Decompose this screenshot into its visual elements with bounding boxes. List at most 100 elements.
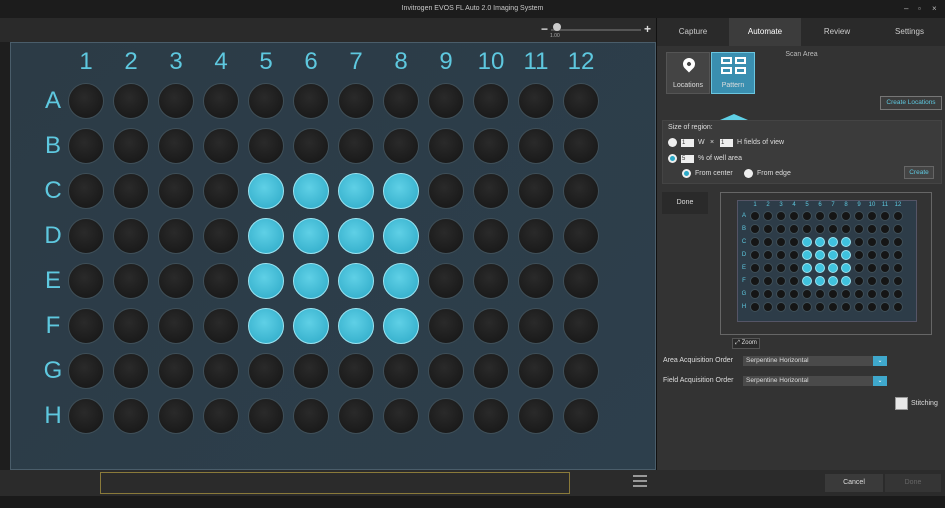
well-G10[interactable] [473, 353, 509, 389]
mini-well-H12[interactable] [893, 302, 903, 312]
well-G1[interactable] [68, 353, 104, 389]
mini-well-A9[interactable] [854, 211, 864, 221]
mini-well-B12[interactable] [893, 224, 903, 234]
well-E8[interactable] [383, 263, 419, 299]
mini-well-A1[interactable] [750, 211, 760, 221]
zoom-out-icon[interactable]: − [541, 23, 548, 35]
mini-well-H10[interactable] [867, 302, 877, 312]
area-acquisition-dropdown[interactable]: Serpentine Horizontal ⌄ [743, 356, 887, 366]
well-D7[interactable] [338, 218, 374, 254]
mini-well-H9[interactable] [854, 302, 864, 312]
well-H4[interactable] [203, 398, 239, 434]
from-edge-radio[interactable] [744, 169, 753, 178]
well-H6[interactable] [293, 398, 329, 434]
mini-well-D2[interactable] [763, 250, 773, 260]
well-D10[interactable] [473, 218, 509, 254]
well-C1[interactable] [68, 173, 104, 209]
mini-well-B6[interactable] [815, 224, 825, 234]
mini-well-D4[interactable] [789, 250, 799, 260]
mini-well-D12[interactable] [893, 250, 903, 260]
well-F10[interactable] [473, 308, 509, 344]
field-acquisition-dropdown[interactable]: Serpentine Horizontal ⌄ [743, 376, 887, 386]
mini-well-C10[interactable] [867, 237, 877, 247]
zoom-slider-handle[interactable] [553, 23, 561, 31]
mini-well-C2[interactable] [763, 237, 773, 247]
mini-well-F5[interactable] [802, 276, 812, 286]
well-C9[interactable] [428, 173, 464, 209]
mini-well-F3[interactable] [776, 276, 786, 286]
well-C6[interactable] [293, 173, 329, 209]
mini-well-C8[interactable] [841, 237, 851, 247]
well-G8[interactable] [383, 353, 419, 389]
well-E1[interactable] [68, 263, 104, 299]
mini-well-D10[interactable] [867, 250, 877, 260]
mini-well-D7[interactable] [828, 250, 838, 260]
well-H10[interactable] [473, 398, 509, 434]
well-B8[interactable] [383, 128, 419, 164]
well-G12[interactable] [563, 353, 599, 389]
mini-well-A5[interactable] [802, 211, 812, 221]
well-A9[interactable] [428, 83, 464, 119]
well-A2[interactable] [113, 83, 149, 119]
well-C8[interactable] [383, 173, 419, 209]
well-H2[interactable] [113, 398, 149, 434]
well-G7[interactable] [338, 353, 374, 389]
mini-well-D1[interactable] [750, 250, 760, 260]
mini-well-G5[interactable] [802, 289, 812, 299]
mini-well-B9[interactable] [854, 224, 864, 234]
well-B10[interactable] [473, 128, 509, 164]
well-A12[interactable] [563, 83, 599, 119]
well-D11[interactable] [518, 218, 554, 254]
mini-well-G2[interactable] [763, 289, 773, 299]
mini-well-A8[interactable] [841, 211, 851, 221]
mini-well-B2[interactable] [763, 224, 773, 234]
well-A6[interactable] [293, 83, 329, 119]
footer-done-button[interactable]: Done [885, 474, 941, 492]
mini-well-E8[interactable] [841, 263, 851, 273]
mini-well-E11[interactable] [880, 263, 890, 273]
mini-well-H5[interactable] [802, 302, 812, 312]
well-A11[interactable] [518, 83, 554, 119]
well-H5[interactable] [248, 398, 284, 434]
well-A4[interactable] [203, 83, 239, 119]
mini-well-F1[interactable] [750, 276, 760, 286]
tab-review[interactable]: Review [801, 18, 873, 46]
well-H7[interactable] [338, 398, 374, 434]
well-E10[interactable] [473, 263, 509, 299]
well-H11[interactable] [518, 398, 554, 434]
well-F7[interactable] [338, 308, 374, 344]
well-H12[interactable] [563, 398, 599, 434]
well-E6[interactable] [293, 263, 329, 299]
well-A1[interactable] [68, 83, 104, 119]
mini-well-F12[interactable] [893, 276, 903, 286]
stitching-checkbox[interactable] [895, 397, 908, 410]
well-G11[interactable] [518, 353, 554, 389]
mini-well-A4[interactable] [789, 211, 799, 221]
mini-well-C11[interactable] [880, 237, 890, 247]
well-E11[interactable] [518, 263, 554, 299]
mini-well-H3[interactable] [776, 302, 786, 312]
well-F5[interactable] [248, 308, 284, 344]
mini-well-A11[interactable] [880, 211, 890, 221]
mini-well-A6[interactable] [815, 211, 825, 221]
mini-well-E10[interactable] [867, 263, 877, 273]
well-B1[interactable] [68, 128, 104, 164]
well-D6[interactable] [293, 218, 329, 254]
locations-button[interactable]: Locations [666, 52, 710, 94]
percent-area-radio[interactable] [668, 154, 677, 163]
mini-well-H11[interactable] [880, 302, 890, 312]
maximize-button[interactable]: ▫ [918, 0, 921, 18]
mini-well-E5[interactable] [802, 263, 812, 273]
mini-well-G7[interactable] [828, 289, 838, 299]
well-B4[interactable] [203, 128, 239, 164]
mini-well-F7[interactable] [828, 276, 838, 286]
well-E9[interactable] [428, 263, 464, 299]
mini-well-D5[interactable] [802, 250, 812, 260]
well-H3[interactable] [158, 398, 194, 434]
mini-well-C4[interactable] [789, 237, 799, 247]
mini-well-A2[interactable] [763, 211, 773, 221]
mini-well-G8[interactable] [841, 289, 851, 299]
well-B7[interactable] [338, 128, 374, 164]
mini-well-E4[interactable] [789, 263, 799, 273]
tab-capture[interactable]: Capture [657, 18, 729, 46]
